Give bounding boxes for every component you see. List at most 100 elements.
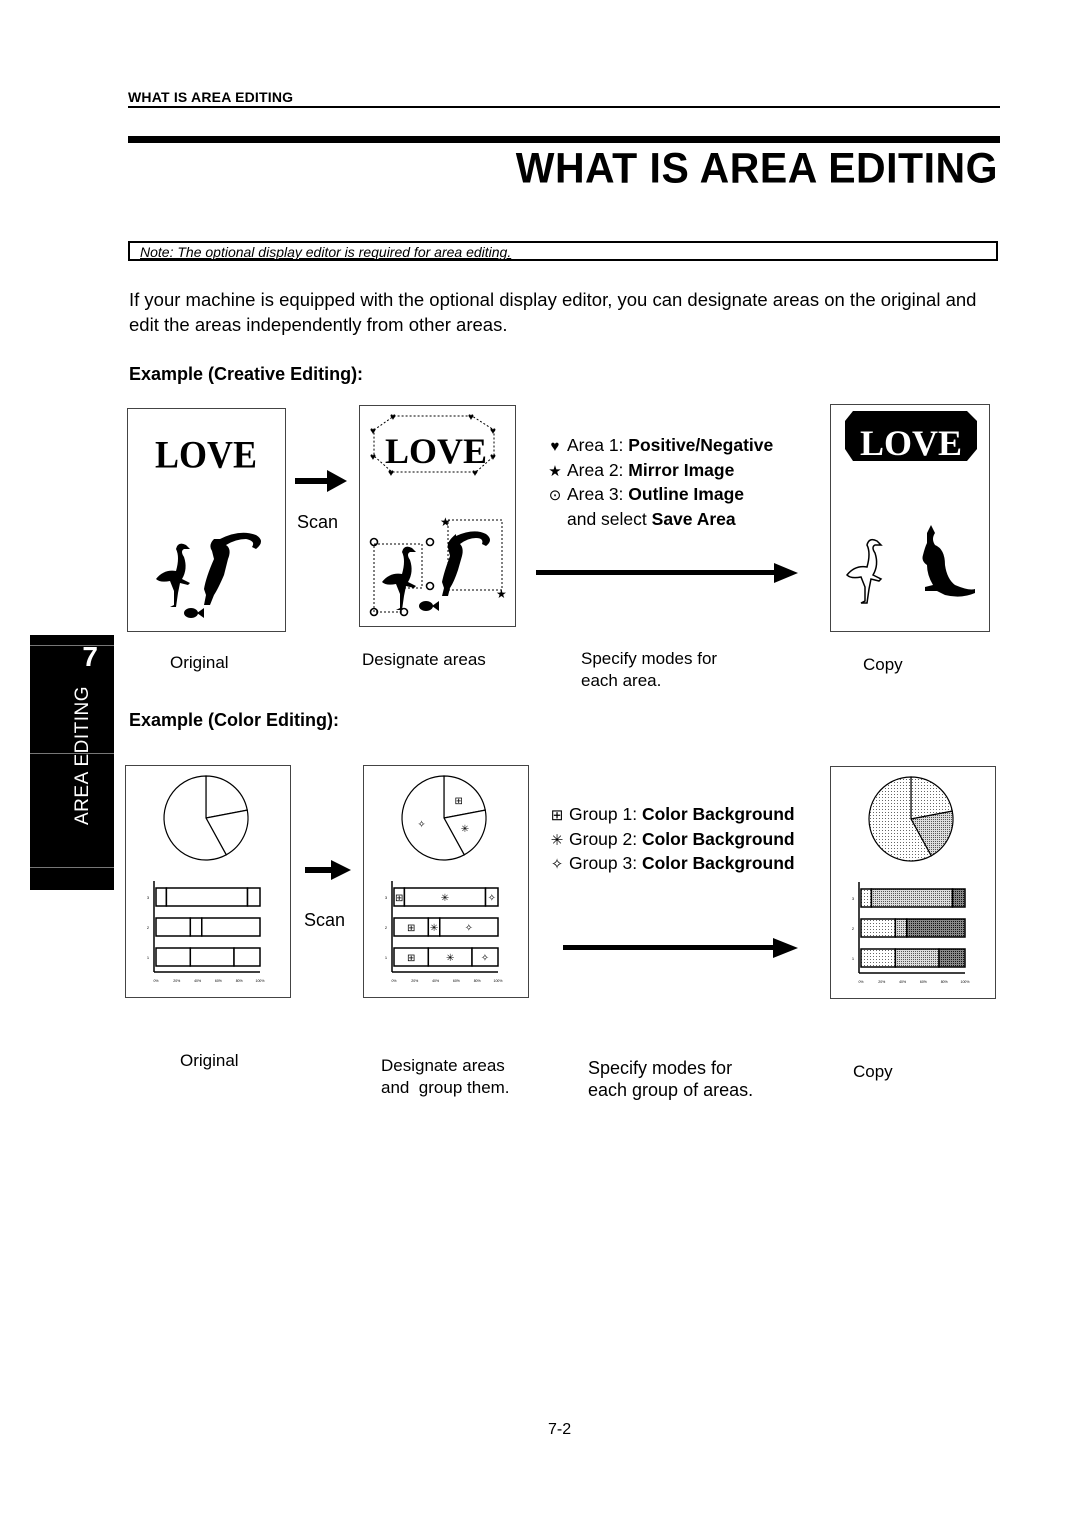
axis-tick-label: 100%: [961, 980, 970, 984]
caption-designate: Designate areas: [362, 650, 486, 669]
kangaroo-icon: [204, 532, 261, 605]
bar-segment: [894, 918, 908, 938]
chapter-tab: 7 AREA EDITING: [30, 635, 114, 890]
axis-tick-label: 40%: [194, 979, 201, 983]
axis-tick-label: 0%: [858, 980, 863, 984]
creative-copy-illustration: LOVE: [845, 411, 977, 604]
kangaroo-icon: [442, 531, 490, 596]
svg-text:♥: ♥: [472, 468, 478, 479]
creative-designate-panel: LOVE ♥ ♥ ♥ ♥ ♥ ♥ ♥ ♥ ★ ★: [359, 405, 516, 627]
page-number: 7-2: [548, 1421, 572, 1438]
caption-original: Original: [170, 653, 229, 672]
row-label: 2: [147, 925, 150, 930]
svg-text:♥: ♥: [468, 412, 474, 423]
row-label: 2: [385, 925, 388, 930]
bar-segment: [860, 918, 897, 938]
bar-segment: [155, 917, 192, 937]
creative-legend: ♥ Area 1: Positive/Negative ★ Area 2: Mirr…: [543, 434, 773, 530]
bar-segment: [938, 948, 966, 968]
row-label: 1: [385, 955, 388, 960]
fish-icon: [419, 601, 439, 611]
creative-copy-panel: LOVE: [830, 404, 990, 632]
legend-item: and select Save Area: [567, 508, 736, 529]
bar-segment: [165, 887, 249, 907]
row-label: 1: [147, 955, 150, 960]
axis-tick-label: 0%: [153, 979, 158, 983]
legend-item: ✧ Group 3: Color Background: [545, 852, 795, 877]
color-original-panel: 3 2 1 0% 20% 40% 60% 80% 100%: [125, 765, 291, 998]
axis-tick-label: 80%: [941, 980, 948, 984]
color-legend: ⊞ Group 1: Color Background ✳ Group 2: Col…: [545, 803, 795, 877]
flamingo-icon: [382, 546, 416, 610]
legend-item: ⊙ Area 3: Outline Image: [543, 483, 773, 508]
love-text: LOVE: [385, 431, 487, 471]
chapter-number: 7: [82, 641, 98, 672]
row-label: 2: [852, 926, 855, 931]
bar-segment: [246, 887, 261, 907]
intro-paragraph: If your machine is equipped with the opt…: [129, 289, 977, 335]
axis-tick-label: 60%: [215, 979, 222, 983]
header-rule: [128, 106, 1000, 108]
bar-segment: [870, 888, 954, 908]
love-text: LOVE: [155, 433, 257, 477]
row-label: 1: [852, 956, 855, 961]
caption-copy: Copy: [863, 655, 903, 674]
group-marker: ⊞: [407, 923, 415, 934]
group-marker: ⊞: [407, 953, 415, 964]
color-designate-panel: ⊞ ✳ ✧ 3 ⊞ ✳ ✧ 2 ⊞ ✳ ✧ 1 ⊞ ✳ ✧ 0% 20% 40% 60% 80% 100%: [363, 765, 529, 998]
creative-example-heading: Example (Creative Editing):: [129, 364, 364, 384]
axis-tick-label: 60%: [920, 980, 927, 984]
bar-segment: [189, 947, 235, 967]
asterisk-icon: ✳: [550, 831, 564, 849]
axis-tick-label: 0%: [391, 979, 396, 983]
group-marker: ⊞: [455, 796, 463, 807]
axis-tick-label: 60%: [453, 979, 460, 983]
group-marker: ✧: [465, 923, 473, 934]
color-copy-chart: 3 2 1 0% 20% 40% 60% 80% 100%: [852, 776, 970, 984]
color-original-chart: 3 2 1 0% 20% 40% 60% 80% 100%: [147, 775, 265, 983]
bar-segment: [894, 948, 940, 968]
bar-segment: [860, 948, 897, 968]
kangaroo-icon: [922, 525, 975, 597]
flamingo-outline-icon: [845, 538, 883, 604]
svg-text:♥: ♥: [370, 426, 376, 437]
axis-tick-label: 100%: [494, 979, 503, 983]
group-marker: ✳: [441, 893, 449, 904]
note-box: Note: The optional display editor is req…: [128, 241, 998, 261]
scan-label: Scan: [304, 910, 346, 930]
svg-text:♥: ♥: [490, 452, 496, 463]
svg-text:★: ★: [496, 587, 507, 601]
color-copy-panel: 3 2 1 0% 20% 40% 60% 80% 100%: [830, 766, 996, 999]
bar-segment: [951, 888, 966, 908]
bar-segment: [201, 917, 261, 937]
axis-tick-label: 100%: [256, 979, 265, 983]
row-label: 3: [852, 896, 855, 901]
short-arrow-icon: [295, 470, 347, 492]
star-icon: ★: [548, 462, 562, 480]
scan-label: Scan: [297, 512, 339, 532]
row-label: 3: [385, 895, 388, 900]
group-marker: ✳: [461, 824, 469, 835]
bar-segment: [906, 918, 966, 938]
creative-original-panel: LOVE: [127, 408, 286, 632]
note-text: Note: The optional display editor is req…: [140, 244, 512, 260]
group-marker: ✳: [430, 923, 438, 934]
legend-item: ★ Area 2: Mirror Image: [543, 459, 773, 484]
axis-tick-label: 40%: [899, 980, 906, 984]
cross-box-icon: ⊞: [550, 807, 564, 824]
group-marker: ⊞: [395, 893, 403, 904]
running-head: WHAT IS AREA EDITING: [128, 89, 294, 105]
circle-dot-icon: ⊙: [548, 487, 562, 504]
axis-tick-label: 80%: [474, 979, 481, 983]
long-arrow-icon: [536, 563, 798, 583]
bar-segment: [860, 888, 873, 908]
axis-tick-label: 20%: [411, 979, 418, 983]
chapter-label: AREA EDITING: [72, 685, 93, 825]
group-marker: ✳: [446, 953, 454, 964]
svg-text:♥: ♥: [370, 452, 376, 463]
long-arrow-icon: [563, 938, 798, 958]
flamingo-icon: [156, 543, 190, 607]
page-title: WHAT IS AREA EDITING: [515, 143, 998, 193]
bar-segment: [155, 887, 168, 907]
svg-text:♥: ♥: [490, 426, 496, 437]
